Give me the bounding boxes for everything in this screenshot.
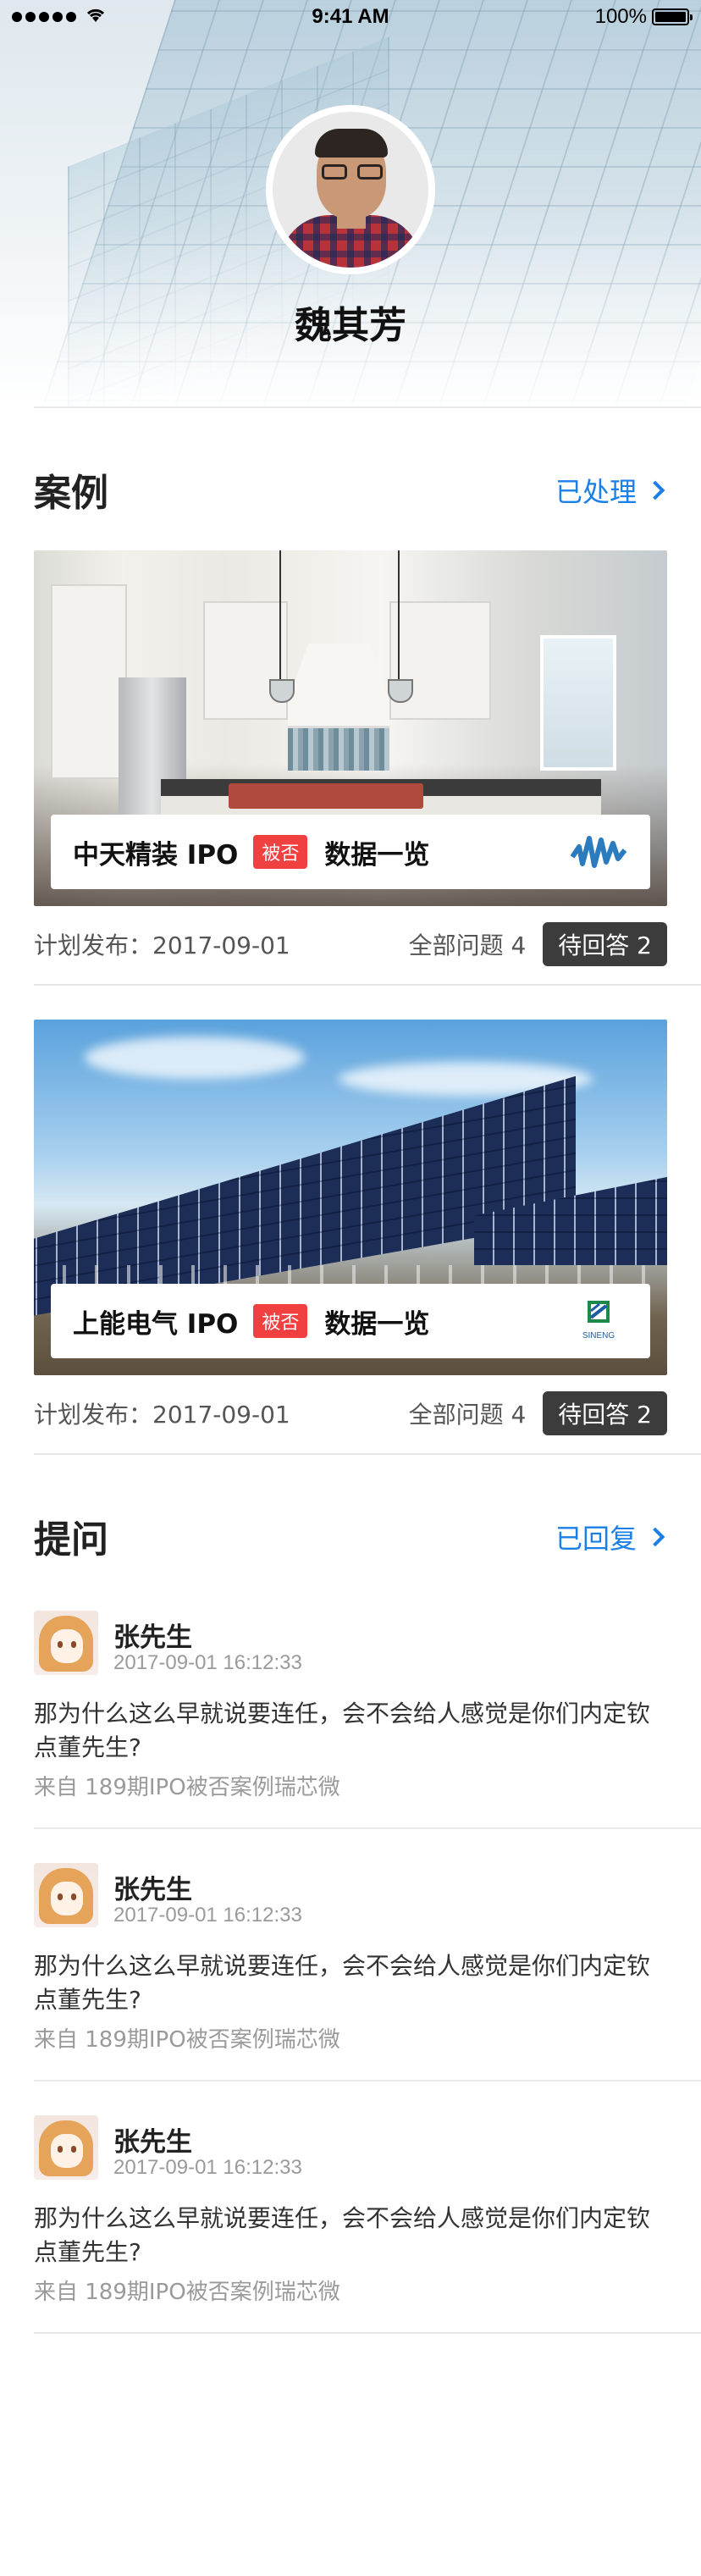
plan-date: 计划发布：2017-09-01 — [34, 931, 290, 959]
total-questions[interactable]: 全部问题 4 — [409, 927, 527, 961]
status-bar: 9:41 AM 100% — [0, 0, 701, 34]
divider — [34, 1827, 701, 1829]
case-label: 上能电气 IPO 被否 数据一览 SINENG — [51, 1284, 650, 1358]
question-time: 2017-09-01 16:12:33 — [113, 1904, 302, 1926]
replied-link[interactable]: 已回复 — [555, 1517, 667, 1556]
question-text: 那为什么这么早就说要连任，会不会给人感觉是你们内定钦点董先生? — [34, 2204, 651, 2266]
divider — [34, 1453, 701, 1455]
chevron-right-icon — [645, 480, 665, 500]
case-name: 中天精装 IPO — [73, 839, 239, 871]
divider — [34, 406, 701, 408]
case-meta: 计划发布：2017-09-01 全部问题 4 待回答 2 — [34, 922, 667, 966]
question-text: 那为什么这么早就说要连任，会不会给人感觉是你们内定钦点董先生? — [34, 1952, 651, 2014]
rejected-badge: 被否 — [253, 835, 308, 869]
question-item[interactable]: 张先生 2017-09-01 16:12:33 那为什么这么早就说要连任，会不会… — [34, 1611, 667, 1805]
processed-link[interactable]: 已处理 — [555, 471, 667, 510]
case-label: 中天精装 IPO 被否 数据一览 — [51, 815, 650, 889]
case-card[interactable]: 上能电气 IPO 被否 数据一览 SINENG — [34, 1020, 667, 1375]
sineng-logo-text: SINENG — [582, 1331, 615, 1341]
chevron-right-icon — [645, 1527, 665, 1547]
question-item[interactable]: 张先生 2017-09-01 16:12:33 那为什么这么早就说要连任，会不会… — [34, 1863, 667, 2058]
question-time: 2017-09-01 16:12:33 — [113, 1651, 302, 1674]
question-time: 2017-09-01 16:12:33 — [113, 2156, 302, 2179]
user-avatar[interactable] — [34, 1863, 98, 1927]
replied-link-label: 已回复 — [555, 1523, 637, 1555]
user-name: 张先生 — [113, 1875, 192, 1905]
battery-icon — [652, 8, 693, 25]
question-source[interactable]: 来自 189期IPO被否案例瑞芯微 — [34, 1770, 340, 1801]
case-meta: 计划发布：2017-09-01 全部问题 4 待回答 2 — [34, 1391, 667, 1435]
battery-percent: 100% — [594, 5, 647, 28]
processed-link-label: 已处理 — [555, 476, 637, 508]
questions-section-title: 提问 — [34, 1518, 108, 1562]
divider — [34, 2080, 701, 2081]
plan-date: 计划发布：2017-09-01 — [34, 1401, 290, 1429]
case-subtitle: 数据一览 — [324, 839, 430, 871]
profile-name: 魏其芳 — [295, 304, 406, 347]
profile-avatar[interactable] — [266, 105, 435, 274]
user-avatar[interactable] — [34, 1611, 98, 1675]
user-avatar[interactable] — [34, 2115, 98, 2180]
user-name: 张先生 — [113, 1622, 192, 1653]
question-source[interactable]: 来自 189期IPO被否案例瑞芯微 — [34, 2275, 340, 2306]
pending-answers-button[interactable]: 待回答 2 — [543, 1391, 667, 1435]
question-source[interactable]: 来自 189期IPO被否案例瑞芯微 — [34, 2022, 340, 2054]
divider — [34, 2332, 701, 2334]
pending-answers-button[interactable]: 待回答 2 — [543, 922, 667, 966]
case-subtitle: 数据一览 — [324, 1308, 430, 1340]
cases-section-title: 案例 — [34, 472, 108, 515]
question-item[interactable]: 张先生 2017-09-01 16:12:33 那为什么这么早就说要连任，会不会… — [34, 2115, 667, 2310]
total-questions[interactable]: 全部问题 4 — [409, 1396, 527, 1430]
user-name: 张先生 — [113, 2127, 192, 2158]
rejected-badge: 被否 — [253, 1304, 308, 1338]
question-text: 那为什么这么早就说要连任，会不会给人感觉是你们内定钦点董先生? — [34, 1700, 651, 1761]
case-name: 上能电气 IPO — [73, 1308, 239, 1340]
case-logo-icon — [571, 836, 626, 868]
case-card[interactable]: 中天精装 IPO 被否 数据一览 — [34, 550, 667, 906]
divider — [34, 984, 701, 986]
sineng-logo-icon: SINENG — [582, 1301, 615, 1341]
